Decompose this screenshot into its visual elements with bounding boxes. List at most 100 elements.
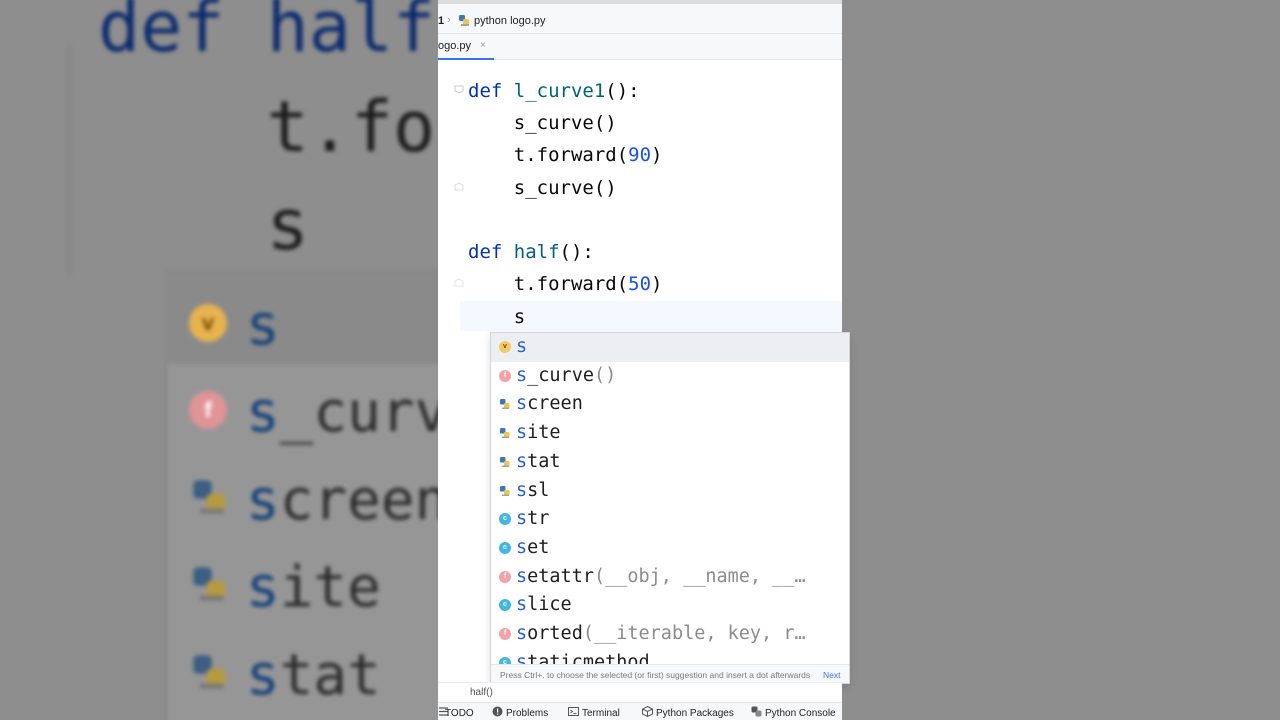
completion-item-rest: _curve bbox=[527, 364, 594, 386]
class-icon: c bbox=[499, 513, 511, 526]
backdrop-match-prefix: s bbox=[246, 293, 280, 358]
completion-item[interactable]: stat bbox=[491, 448, 849, 477]
completion-match-prefix: s bbox=[516, 594, 528, 616]
breadcrumb-separator-icon: › bbox=[447, 14, 451, 26]
completion-item[interactable]: c set bbox=[491, 534, 849, 563]
editor-tab-bar: ogo.py × bbox=[438, 34, 842, 61]
python-console-icon bbox=[751, 706, 762, 717]
tool-window-bar: TODO Problems Terminal Python Packages P… bbox=[438, 702, 842, 720]
completion-match-prefix: s bbox=[516, 336, 528, 357]
backdrop-module-icon bbox=[193, 480, 225, 514]
window-top-strip bbox=[438, 0, 842, 4]
completion-item-label: sorted(__iterable, key, r… bbox=[516, 623, 806, 645]
completion-item-label: stat bbox=[516, 451, 561, 473]
completion-item[interactable]: f sorted(__iterable, key, r… bbox=[491, 620, 849, 649]
module-icon bbox=[500, 428, 510, 439]
class-icon: c bbox=[499, 541, 511, 554]
breadcrumb-file[interactable]: python logo.py bbox=[474, 15, 546, 27]
structure-breadcrumb-bar: half() bbox=[438, 682, 842, 702]
code-token: t.forward( bbox=[468, 144, 629, 166]
completion-popup[interactable]: v s f s_curve() screen site stat ssl c str c set f se… bbox=[490, 332, 850, 684]
problems-icon bbox=[492, 706, 503, 717]
completion-item-rest: ite bbox=[527, 422, 561, 444]
terminal-icon bbox=[568, 707, 579, 716]
code-token: s_curve() bbox=[468, 112, 617, 134]
close-icon[interactable]: × bbox=[480, 40, 486, 51]
tool-window-label: Python Console bbox=[765, 708, 836, 719]
completion-item-label: setattr(__obj, __name, __… bbox=[516, 566, 806, 588]
number-token: 50 bbox=[628, 273, 652, 295]
completion-item-label: s bbox=[516, 336, 527, 358]
backdrop-match-prefix: s bbox=[246, 468, 280, 533]
code-line: t.forward(50) bbox=[468, 273, 663, 295]
function-icon: f bbox=[499, 628, 511, 640]
code-token: s bbox=[468, 306, 526, 328]
completion-signature: (__iterable, key, r… bbox=[582, 623, 806, 644]
completion-item[interactable]: f setattr(__obj, __name, __… bbox=[491, 563, 849, 592]
tool-window-label: Python Packages bbox=[656, 708, 734, 719]
backdrop-module-icon bbox=[193, 567, 225, 601]
function-name-token: half bbox=[513, 241, 560, 263]
completion-item-rest: tr bbox=[527, 508, 550, 530]
editor-tab[interactable]: ogo.py × bbox=[438, 34, 494, 61]
breadcrumb-project[interactable]: 1 bbox=[438, 15, 444, 27]
backdrop-item-rest: ite bbox=[279, 555, 381, 620]
completion-match-prefix: s bbox=[516, 450, 528, 472]
navigation-bar: 1 › python logo.py bbox=[438, 0, 842, 34]
completion-item-label: str bbox=[516, 508, 549, 530]
next-tip-link[interactable]: Next bbox=[823, 670, 840, 680]
completion-item-label: slice bbox=[516, 594, 572, 616]
code-line: s_curve() bbox=[468, 112, 617, 134]
module-icon bbox=[500, 456, 510, 467]
backdrop-code-line: s bbox=[98, 184, 309, 266]
completion-item-label: s_curve() bbox=[516, 365, 616, 387]
backdrop-popup-item: s_curv bbox=[246, 385, 448, 441]
code-token: ) bbox=[651, 273, 663, 295]
backdrop-popup-item: stat bbox=[246, 648, 381, 704]
completion-item[interactable]: c str bbox=[491, 505, 849, 534]
backdrop-function-icon: f bbox=[189, 391, 227, 429]
code-line: s_curve() bbox=[468, 177, 617, 199]
completion-item-rest: tat bbox=[527, 450, 561, 472]
completion-match-prefix: s bbox=[516, 508, 528, 530]
completion-signature: (__obj, __name, __… bbox=[593, 565, 806, 587]
completion-hint-text: Press Ctrl+. to choose the selected (or … bbox=[500, 670, 811, 680]
code-token: t.forward( bbox=[468, 273, 629, 295]
completion-item[interactable]: site bbox=[491, 419, 849, 448]
backdrop-item-rest: tat bbox=[279, 643, 381, 708]
completion-match-prefix: s bbox=[516, 536, 528, 558]
variable-icon: v bbox=[499, 341, 511, 353]
completion-item-rest: et bbox=[527, 536, 550, 558]
backdrop-match-prefix: s bbox=[246, 643, 280, 708]
function-name-token: l_curve1 bbox=[513, 80, 606, 102]
code-token: (): bbox=[605, 80, 640, 102]
backdrop-module-icon bbox=[193, 655, 225, 689]
tool-window-label: Problems bbox=[506, 708, 549, 719]
completion-item[interactable]: c slice bbox=[491, 591, 849, 620]
code-line: def l_curve1(): bbox=[468, 80, 640, 102]
completion-item[interactable]: ssl bbox=[491, 477, 849, 506]
completion-signature: () bbox=[593, 364, 617, 386]
completion-item-rest: sl bbox=[527, 479, 550, 501]
completion-item[interactable]: f s_curve() bbox=[491, 362, 849, 391]
completion-match-prefix: s bbox=[516, 565, 528, 587]
backdrop-code-line: def half( bbox=[98, 0, 478, 68]
fold-end-icon[interactable] bbox=[454, 278, 464, 288]
completion-item-label: screen bbox=[516, 393, 583, 415]
code-token: (): bbox=[559, 241, 594, 263]
backdrop-popup-item: s bbox=[246, 298, 280, 354]
tool-window-label: TODO bbox=[445, 708, 474, 719]
module-icon bbox=[500, 485, 510, 496]
completion-item[interactable]: screen bbox=[491, 390, 849, 419]
code-token: s_curve() bbox=[468, 177, 617, 199]
backdrop-match-prefix: s bbox=[246, 380, 280, 445]
fold-icon[interactable] bbox=[454, 84, 464, 94]
completion-item-label: ssl bbox=[516, 480, 549, 502]
module-icon bbox=[500, 399, 510, 410]
completion-match-prefix: s bbox=[516, 364, 528, 386]
fold-end-icon[interactable] bbox=[454, 182, 464, 192]
backdrop-variable-icon: v bbox=[189, 304, 227, 342]
backdrop-code-line: t.for bbox=[98, 86, 478, 168]
structure-breadcrumb[interactable]: half() bbox=[470, 687, 493, 698]
completion-item[interactable]: vs bbox=[491, 333, 849, 362]
